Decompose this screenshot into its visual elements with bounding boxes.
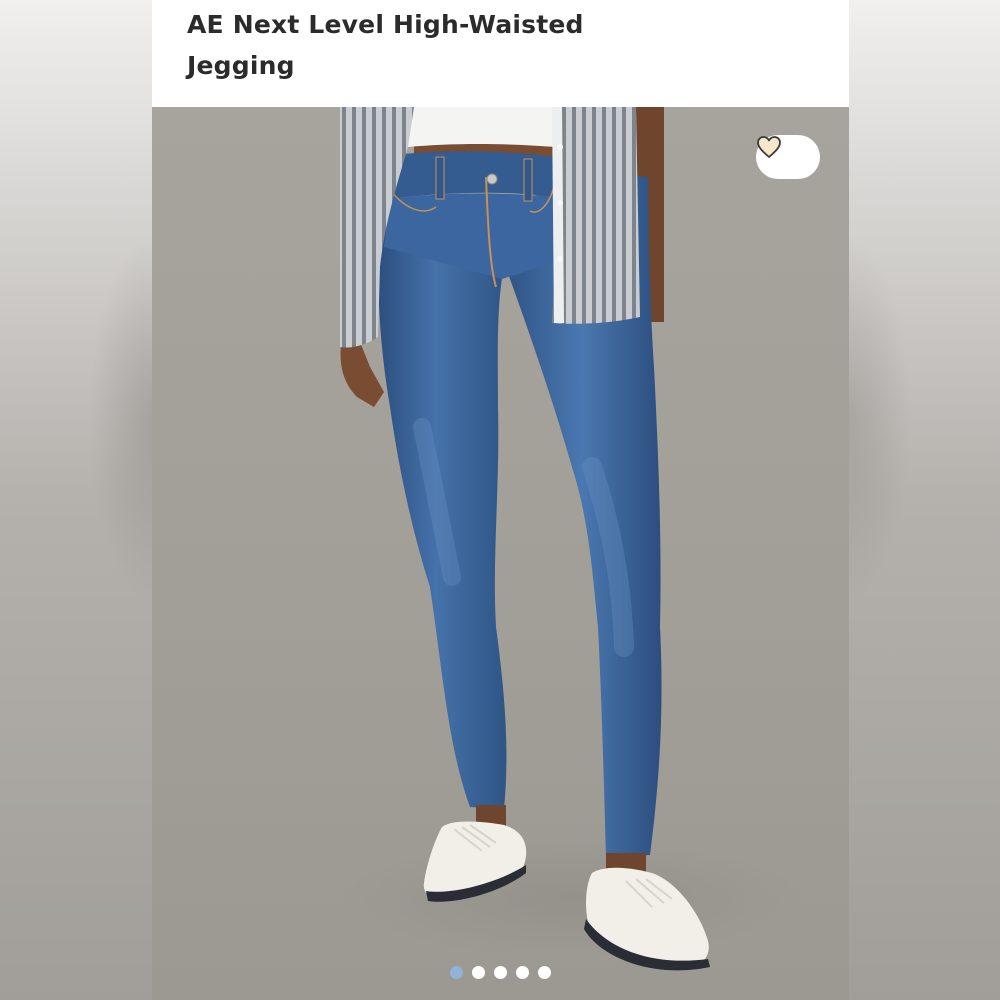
favorite-button[interactable] <box>756 135 820 179</box>
pagination-dot-1[interactable] <box>450 966 463 979</box>
white-tank-top <box>408 107 556 147</box>
blurred-background-right <box>848 0 1000 1000</box>
pagination-dot-3[interactable] <box>494 966 507 979</box>
pagination-dot-4[interactable] <box>516 966 529 979</box>
product-photo[interactable] <box>152 107 849 1000</box>
screenshot-frame: AE Next Level High-Waisted Jegging <box>0 0 1000 1000</box>
pagination-dot-5[interactable] <box>538 966 551 979</box>
title-bar: AE Next Level High-Waisted Jegging <box>152 0 849 107</box>
model-illustration <box>340 107 802 971</box>
jeans-button <box>486 173 498 185</box>
product-listing-card: AE Next Level High-Waisted Jegging <box>152 0 849 1000</box>
image-pagination-dots <box>152 966 849 979</box>
pagination-dot-2[interactable] <box>472 966 485 979</box>
floor-shadow <box>342 837 802 957</box>
blurred-background-left <box>0 0 152 1000</box>
product-title: AE Next Level High-Waisted Jegging <box>187 10 584 80</box>
heart-icon <box>757 136 781 158</box>
